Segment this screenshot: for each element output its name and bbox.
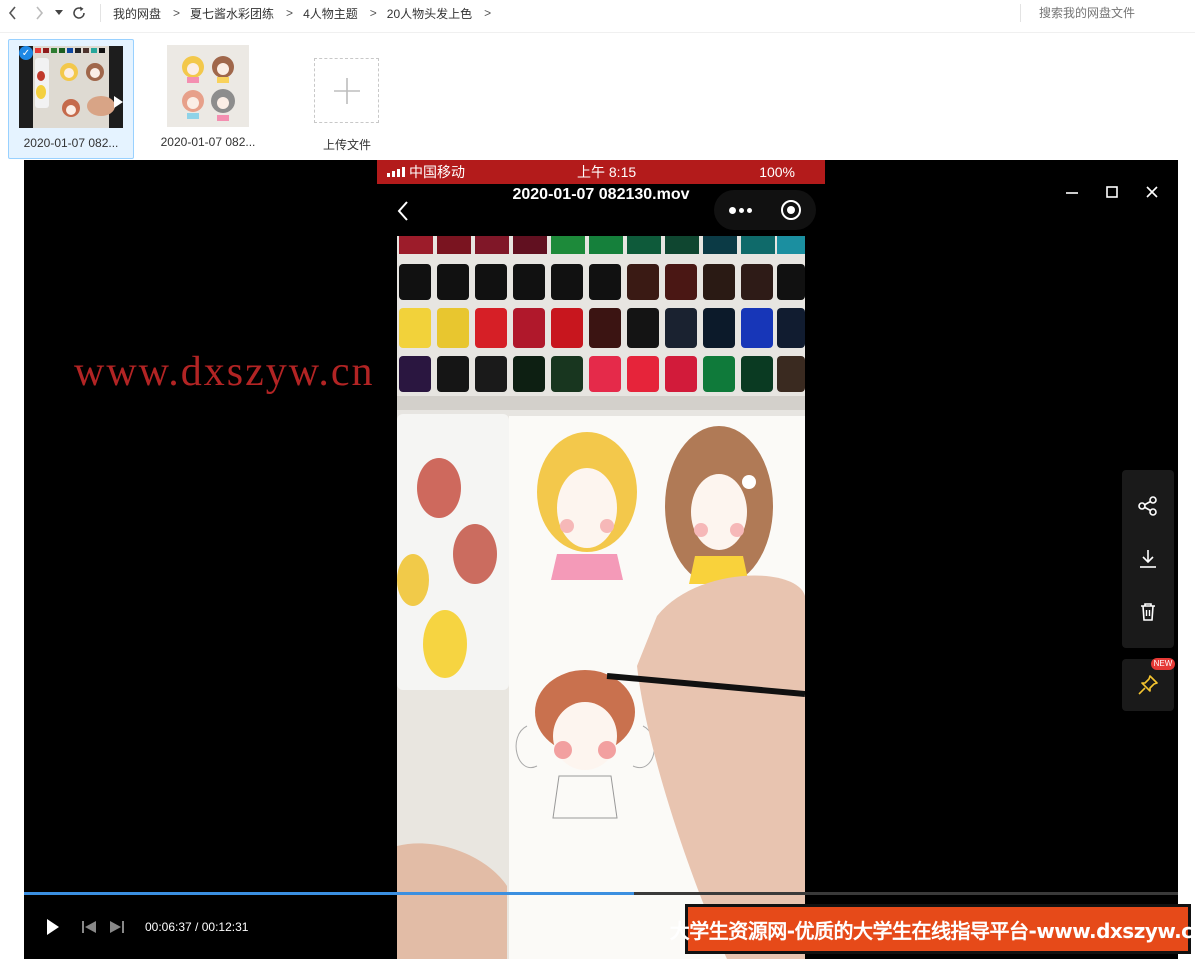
video-frame[interactable]: 中国移动 上午 8:15 100% 2020-01-07 082130.mov bbox=[377, 160, 825, 959]
breadcrumb-separator: > bbox=[369, 6, 377, 20]
chevron-left-icon bbox=[397, 201, 408, 221]
mini-program-capsule bbox=[714, 190, 816, 230]
breadcrumb-item[interactable]: 我的网盘 bbox=[107, 5, 169, 22]
carrier-label: 中国移动 bbox=[409, 164, 465, 180]
chevron-right-icon bbox=[36, 6, 44, 20]
current-time: 00:06:37 bbox=[145, 920, 192, 934]
close-icon bbox=[1146, 186, 1158, 198]
play-icon bbox=[114, 96, 123, 108]
progress-fill bbox=[24, 892, 635, 895]
video-title-bar: 2020-01-07 082130.mov bbox=[377, 184, 825, 236]
chevron-left-icon bbox=[8, 6, 16, 20]
trash-icon bbox=[1141, 602, 1155, 621]
video-player: 中国移动 上午 8:15 100% 2020-01-07 082130.mov bbox=[24, 160, 1178, 959]
phone-status-bar: 中国移动 上午 8:15 100% bbox=[377, 160, 825, 184]
total-time: 00:12:31 bbox=[201, 920, 249, 934]
next-button[interactable] bbox=[108, 918, 126, 936]
play-button[interactable] bbox=[42, 916, 64, 938]
promo-banner: 大学生资源网-优质的大学生在线指导平台-www.dxszyw.cn bbox=[670, 904, 1195, 954]
download-button[interactable] bbox=[1132, 543, 1164, 575]
skip-previous-icon bbox=[82, 921, 96, 933]
download-icon bbox=[1140, 549, 1156, 568]
file-item-image[interactable]: 2020-01-07 082... bbox=[145, 39, 271, 159]
side-toolbar bbox=[1122, 470, 1174, 648]
breadcrumb: 我的网盘 > 夏七酱水彩团练 > 4人物主题 > 20人物头发上色 > bbox=[100, 4, 495, 22]
video-thumbnail bbox=[19, 46, 123, 128]
upload-label: 上传文件 bbox=[322, 138, 371, 152]
refresh-button[interactable] bbox=[66, 0, 92, 26]
breadcrumb-separator: > bbox=[173, 6, 181, 20]
close-button[interactable] bbox=[1138, 180, 1166, 204]
maximize-icon bbox=[1106, 186, 1118, 198]
upload-button[interactable] bbox=[314, 58, 379, 123]
skip-next-icon bbox=[110, 921, 124, 933]
plus-icon bbox=[333, 77, 360, 104]
time-separator: / bbox=[191, 920, 202, 934]
watermark-text: www.dxszyw.cn bbox=[74, 349, 375, 395]
image-thumbnail bbox=[167, 45, 249, 127]
share-button[interactable] bbox=[1132, 490, 1164, 522]
minimize-button[interactable] bbox=[1058, 180, 1086, 204]
file-name: 2020-01-07 082... bbox=[23, 136, 119, 150]
breadcrumb-item[interactable]: 4人物主题 bbox=[297, 5, 366, 22]
breadcrumb-separator: > bbox=[484, 6, 492, 20]
file-name: 2020-01-07 082... bbox=[160, 135, 256, 149]
previous-button[interactable] bbox=[80, 918, 98, 936]
refresh-icon bbox=[73, 6, 85, 19]
phone-time: 上午 8:15 bbox=[577, 164, 637, 180]
history-dropdown-button[interactable] bbox=[52, 0, 66, 26]
breadcrumb-item[interactable]: 20人物头发上色 bbox=[381, 5, 480, 22]
navigation-bar: 我的网盘 > 夏七酱水彩团练 > 4人物主题 > 20人物头发上色 > bbox=[0, 0, 1195, 26]
file-item-video[interactable]: ✓ 2020-01-07 082... bbox=[8, 39, 134, 159]
maximize-button[interactable] bbox=[1098, 180, 1126, 204]
back-button[interactable] bbox=[0, 0, 26, 26]
play-icon bbox=[47, 919, 59, 935]
search-input[interactable] bbox=[1020, 4, 1190, 22]
caret-down-icon bbox=[55, 10, 63, 15]
checkmark-icon[interactable]: ✓ bbox=[19, 46, 33, 60]
video-content bbox=[397, 236, 805, 959]
divider bbox=[0, 32, 1195, 33]
new-badge: NEW bbox=[1151, 658, 1175, 670]
forward-button[interactable] bbox=[26, 0, 52, 26]
time-readout: 00:06:37 / 00:12:31 bbox=[145, 920, 248, 934]
breadcrumb-separator: > bbox=[286, 6, 294, 20]
progress-bar[interactable] bbox=[24, 892, 1178, 895]
more-icon bbox=[728, 206, 752, 214]
battery-label: 100% bbox=[759, 164, 795, 180]
close-target-icon bbox=[781, 200, 802, 220]
share-icon bbox=[1138, 496, 1157, 517]
pin-icon bbox=[1138, 675, 1158, 695]
minimize-icon bbox=[1066, 192, 1078, 194]
signal-icon bbox=[387, 167, 405, 177]
delete-button[interactable] bbox=[1132, 596, 1164, 628]
breadcrumb-item[interactable]: 夏七酱水彩团练 bbox=[184, 5, 282, 22]
